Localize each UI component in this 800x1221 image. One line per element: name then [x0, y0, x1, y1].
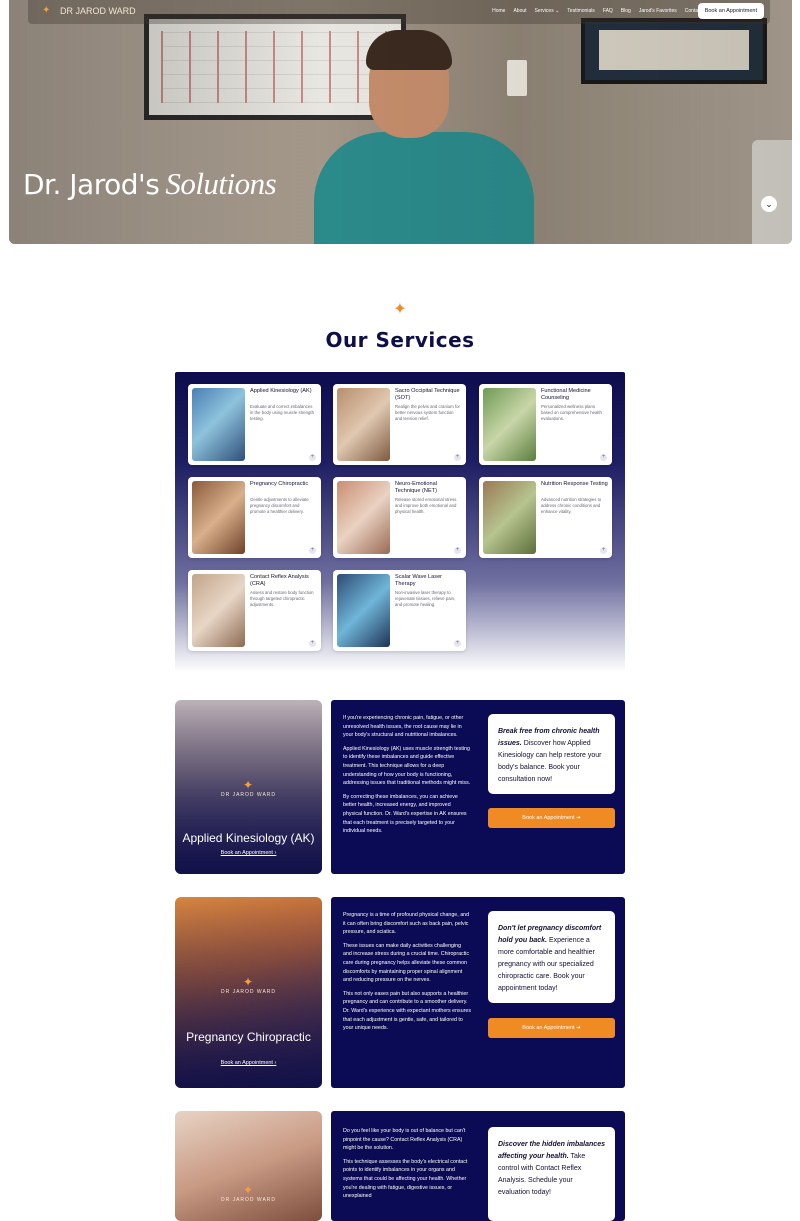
service-card-desc: Non-invasive laser therapy to rejuvenate…	[395, 590, 456, 607]
body-paragraph: If you're experiencing chronic pain, fat…	[343, 715, 464, 739]
nav-menu: Home About Services ⌄ Testimonials FAQ B…	[492, 8, 702, 14]
body-paragraph: Pregnancy is a time of profound physical…	[343, 912, 470, 936]
plus-icon[interactable]: +	[454, 454, 461, 461]
service-card-title: Nutrition Response Testing	[541, 481, 608, 487]
nav-item-blog[interactable]: Blog	[621, 8, 631, 14]
section-body: If you're experiencing chronic pain, fat…	[343, 714, 471, 841]
lotus-logo-icon: ✦	[242, 1183, 255, 1197]
service-card-title: Applied Kinesiology (AK)	[250, 388, 312, 394]
service-card-desc: Realign the pelvis and cranium for bette…	[395, 404, 460, 421]
service-image	[192, 481, 245, 554]
site-logo[interactable]: ✦ DR JAROD WARD	[42, 5, 136, 17]
nav-item-faq[interactable]: FAQ	[603, 8, 613, 14]
body-paragraph: This technique assesses the body's elect…	[343, 1158, 468, 1200]
section-panel: If you're experiencing chronic pain, fat…	[331, 700, 625, 874]
service-card-functional[interactable]: Functional Medicine Counseling Personali…	[479, 384, 612, 465]
plus-icon[interactable]: +	[309, 547, 316, 554]
body-paragraph: This not only eases pain but also suppor…	[343, 990, 471, 1032]
service-card-ak[interactable]: Applied Kinesiology (AK) Evaluate and co…	[188, 384, 321, 465]
plus-icon[interactable]: +	[309, 454, 316, 461]
service-card-desc: Gentle adjustments to alleviate pregnanc…	[250, 497, 309, 514]
lotus-logo-icon: ✦	[42, 5, 51, 16]
body-paragraph: These issues can make daily activities c…	[343, 942, 470, 984]
service-image	[483, 388, 536, 461]
nav-item-about[interactable]: About	[513, 8, 526, 14]
section-book-link[interactable]: Book an Appointment ›	[175, 1060, 322, 1066]
section-callout: Don't let pregnancy discomfort hold you …	[488, 911, 615, 1003]
section-body: Do you feel like your body is out of bal…	[343, 1127, 471, 1206]
service-card-title: Sacro Occipital Technique (SOT)	[395, 388, 460, 401]
service-card-laser[interactable]: Scalar Wave Laser Therapy Non-invasive l…	[333, 570, 466, 651]
service-card-desc: Assess and restore body function through…	[250, 590, 314, 607]
section-name: Pregnancy Chiropractic	[186, 1030, 311, 1044]
nav-item-testimonials[interactable]: Testimonials	[567, 8, 595, 14]
service-card-title: Functional Medicine Counseling	[541, 388, 591, 401]
section-panel: Pregnancy is a time of profound physical…	[331, 897, 625, 1088]
scroll-down-icon[interactable]: ⌄	[761, 196, 777, 212]
plus-icon[interactable]: +	[454, 640, 461, 647]
service-card-net[interactable]: Neuro-Emotional Technique (NET) Release …	[333, 477, 466, 558]
nav-item-services[interactable]: Services ⌄	[535, 8, 560, 14]
section-ak: ✦ DR JAROD WARD Applied Kinesiology (AK) …	[175, 700, 625, 874]
nav-item-home[interactable]: Home	[492, 8, 505, 14]
nav-book-button[interactable]: Book an Appointment	[697, 3, 764, 19]
service-card-pregnancy[interactable]: Pregnancy Chiropractic Gentle adjustment…	[188, 477, 321, 558]
plus-icon[interactable]: +	[309, 640, 316, 647]
book-appointment-button[interactable]: Book an Appointment ➜	[488, 1018, 615, 1038]
lotus-logo-icon: ✦	[242, 778, 255, 792]
service-card-title: Scalar Wave Laser Therapy	[395, 574, 443, 587]
service-card-title: Contact Reflex Analysis (CRA)	[250, 574, 309, 587]
hero-title: Dr. Jarod's Solutions	[23, 166, 277, 201]
section-image: ✦ DR JAROD WARD Applied Kinesiology (AK) …	[175, 700, 322, 874]
service-card-title: Pregnancy Chiropractic	[250, 481, 309, 487]
lotus-logo-icon: ✦	[393, 301, 407, 318]
section-cra: ✦ DR JAROD WARD Do you feel like your bod…	[175, 1111, 625, 1221]
service-card-desc: Evaluate and correct imbalances in the b…	[250, 404, 315, 421]
top-nav: ✦ DR JAROD WARD Home About Services ⌄ Te…	[28, 0, 770, 24]
service-image	[483, 481, 536, 554]
nav-item-favorites[interactable]: Jarod's Favorites	[639, 8, 677, 14]
service-image	[337, 481, 390, 554]
services-title: Our Services	[325, 328, 475, 352]
body-paragraph: Applied Kinesiology (AK) uses muscle str…	[343, 745, 471, 787]
plus-icon[interactable]: +	[454, 547, 461, 554]
service-image	[337, 574, 390, 647]
hero-banner: Dr. Jarod's Solutions ⌄	[9, 0, 792, 244]
section-image: ✦ DR JAROD WARD	[175, 1111, 322, 1221]
book-appointment-button[interactable]: Book an Appointment ➜	[488, 808, 615, 828]
section-image: ✦ DR JAROD WARD Pregnancy Chiropractic Bo…	[175, 897, 322, 1088]
lotus-logo-icon: ✦	[242, 975, 255, 989]
section-body: Pregnancy is a time of profound physical…	[343, 911, 471, 1038]
section-name: Applied Kinesiology (AK)	[182, 831, 315, 845]
section-brand: ✦ DR JAROD WARD	[175, 975, 322, 995]
section-callout: Break free from chronic health issues. D…	[488, 714, 615, 794]
section-book-link[interactable]: Book an Appointment ›	[175, 850, 322, 856]
service-card-sot[interactable]: Sacro Occipital Technique (SOT) Realign …	[333, 384, 466, 465]
service-image	[192, 388, 245, 461]
services-grid: Applied Kinesiology (AK) Evaluate and co…	[175, 372, 625, 672]
service-image	[337, 388, 390, 461]
logo-text: DR JAROD WARD	[60, 6, 136, 16]
section-brand: ✦ DR JAROD WARD	[175, 1183, 322, 1203]
section-brand: ✦ DR JAROD WARD	[175, 778, 322, 798]
plus-icon[interactable]: +	[600, 454, 607, 461]
service-card-desc: Release stored emotional stress and impr…	[395, 497, 457, 514]
section-pregnancy: ✦ DR JAROD WARD Pregnancy Chiropractic Bo…	[175, 897, 625, 1088]
body-paragraph: Do you feel like your body is out of bal…	[343, 1128, 466, 1152]
service-card-title: Neuro-Emotional Technique (NET)	[395, 481, 437, 494]
service-card-cra[interactable]: Contact Reflex Analysis (CRA) Assess and…	[188, 570, 321, 651]
service-card-desc: Personalized wellness plans based on com…	[541, 404, 602, 421]
plus-icon[interactable]: +	[600, 547, 607, 554]
section-panel: Do you feel like your body is out of bal…	[331, 1111, 625, 1221]
section-callout: Discover the hidden imbalances affecting…	[488, 1127, 615, 1221]
service-card-nutrition[interactable]: Nutrition Response Testing Advanced nutr…	[479, 477, 612, 558]
service-image	[192, 574, 245, 647]
service-card-desc: Advanced nutrition strategies to address…	[541, 497, 602, 514]
body-paragraph: By correcting these imbalances, you can …	[343, 793, 467, 835]
